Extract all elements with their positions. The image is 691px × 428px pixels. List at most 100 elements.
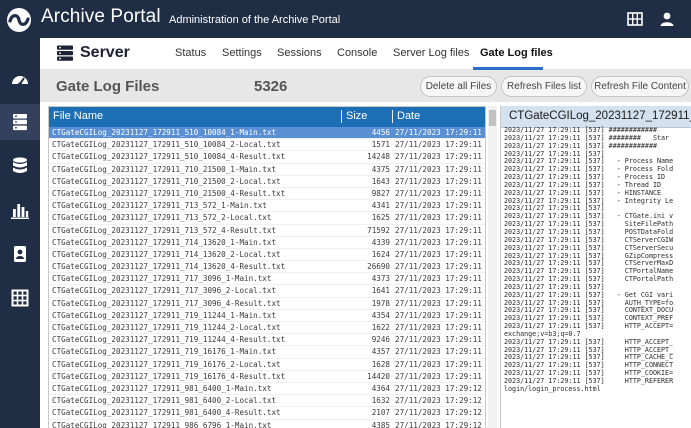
table-row[interactable]: CTGateCGILog_20231127_172911_719_11244_4… — [49, 334, 485, 347]
file-content-text[interactable]: 2023/11/27 17:29:11 [537] ############ 20… — [504, 126, 673, 394]
file-date-cell: 27/11/2023 17:29:11 — [395, 249, 482, 259]
top-bar: Archive Portal Administration of the Arc… — [0, 0, 691, 38]
file-size-cell: 4364 — [371, 383, 390, 393]
file-size-cell: 1632 — [371, 396, 390, 406]
file-name-cell: CTGateCGILog_20231127_172911_719_11244_2… — [52, 323, 281, 332]
table-row[interactable]: CTGateCGILog_20231127_172911_719_11244_2… — [49, 322, 485, 335]
refresh-file-content-button[interactable]: Refresh File Content — [591, 76, 689, 97]
scrollbar-thumb[interactable] — [489, 110, 496, 126]
table-row[interactable]: CTGateCGILog_20231127_172911_510_10084_2… — [49, 139, 485, 152]
table-row[interactable]: CTGateCGILog_20231127_172911_510_10084_4… — [49, 151, 485, 164]
file-name-cell: CTGateCGILog_20231127_172911_510_10084_1… — [52, 128, 277, 137]
table-row[interactable]: CTGateCGILog_20231127_172911_981_6400_1-… — [49, 383, 485, 396]
tab-gate-log-files[interactable]: Gate Log files — [480, 47, 553, 59]
file-name-cell: CTGateCGILog_20231127_172911_510_10084_4… — [52, 152, 286, 162]
file-name-cell: CTGateCGILog_20231127_172911_717_3096_4-… — [52, 298, 281, 308]
file-list-scrollbar[interactable] — [488, 106, 497, 428]
file-size-cell: 4357 — [371, 347, 390, 357]
table-row[interactable]: CTGateCGILog_20231127_172911_713_572_1-M… — [49, 200, 485, 213]
section-title: Server — [56, 44, 130, 62]
tab-console[interactable]: Console — [337, 47, 377, 59]
file-name-cell: CTGateCGILog_20231127_172911_719_11244_4… — [52, 335, 286, 345]
file-size-cell: 14420 — [367, 371, 390, 381]
file-list-header: File Name Size Date — [49, 107, 485, 127]
column-separator — [341, 110, 342, 123]
tab-settings[interactable]: Settings — [222, 47, 262, 59]
table-row[interactable]: CTGateCGILog_20231127_172911_714_13620_2… — [49, 249, 485, 262]
file-date-cell: 27/11/2023 17:29:11 — [395, 359, 482, 369]
tab-server-log-files[interactable]: Server Log files — [393, 47, 469, 59]
file-date-cell: 27/11/2023 17:29:11 — [395, 371, 482, 381]
file-date-cell: 27/11/2023 17:29:12 — [395, 396, 482, 406]
table-row[interactable]: CTGateCGILog_20231127_172911_710_21500_2… — [49, 176, 485, 188]
file-list-table: File Name Size Date CTGateCGILog_2023112… — [48, 106, 486, 428]
file-date-cell: 27/11/2023 17:29:11 — [395, 188, 482, 198]
sidebar-item-contacts[interactable] — [0, 236, 40, 272]
file-name-cell: CTGateCGILog_20231127_172911_981_6400_2-… — [52, 396, 277, 406]
tab-status[interactable]: Status — [175, 47, 206, 59]
table-row[interactable]: CTGateCGILog_20231127_172911_714_13620_4… — [49, 261, 485, 274]
table-row[interactable]: CTGateCGILog_20231127_172911_713_572_4-R… — [49, 225, 485, 237]
table-row[interactable]: CTGateCGILog_20231127_172911_719_16176_4… — [49, 371, 485, 383]
table-row[interactable]: CTGateCGILog_20231127_172911_986_6796_1-… — [49, 420, 485, 428]
column-header-size[interactable]: Size — [346, 110, 367, 122]
table-row[interactable]: CTGateCGILog_20231127_172911_717_3096_4-… — [49, 298, 485, 310]
column-header-file-name[interactable]: File Name — [53, 110, 103, 122]
file-name-cell: CTGateCGILog_20231127_172911_710_21500_2… — [52, 176, 281, 186]
table-row[interactable]: CTGateCGILog_20231127_172911_713_572_2-L… — [49, 212, 485, 225]
file-size-cell: 4456 — [371, 128, 390, 137]
file-content-panel: CTGateCGILog_20231127_172911_510_1 2023/… — [500, 106, 691, 428]
table-row[interactable]: CTGateCGILog_20231127_172911_981_6400_4-… — [49, 407, 485, 420]
file-date-cell: 27/11/2023 17:29:11 — [395, 164, 482, 174]
app-title: Archive Portal — [41, 6, 161, 27]
file-name-cell: CTGateCGILog_20231127_172911_714_13620_2… — [52, 249, 281, 259]
delete-all-files-button[interactable]: Delete all Files — [420, 76, 497, 97]
table-row[interactable]: CTGateCGILog_20231127_172911_714_13620_1… — [49, 237, 485, 249]
file-name-cell: CTGateCGILog_20231127_172911_981_6400_1-… — [52, 383, 272, 393]
file-date-cell: 27/11/2023 17:29:11 — [395, 323, 482, 332]
file-name-cell: CTGateCGILog_20231127_172911_717_3096_1-… — [52, 274, 272, 284]
tab-sessions[interactable]: Sessions — [277, 47, 322, 59]
refresh-files-list-button[interactable]: Refresh Files list — [501, 76, 587, 97]
file-size-cell: 4375 — [371, 164, 390, 174]
table-row[interactable]: CTGateCGILog_20231127_172911_510_10084_1… — [49, 127, 485, 140]
file-name-cell: CTGateCGILog_20231127_172911_717_3096_2-… — [52, 286, 277, 296]
file-size-cell: 4354 — [371, 310, 390, 320]
column-header-date[interactable]: Date — [397, 110, 420, 122]
table-row[interactable]: CTGateCGILog_20231127_172911_717_3096_1-… — [49, 273, 485, 286]
sidebar — [0, 38, 40, 428]
file-name-cell: CTGateCGILog_20231127_172911_713_572_1-M… — [52, 201, 267, 211]
table-row[interactable]: CTGateCGILog_20231127_172911_719_16176_1… — [49, 346, 485, 359]
file-size-cell: 4373 — [371, 274, 390, 284]
archive-portal-logo-icon[interactable] — [6, 7, 32, 33]
sidebar-item-dashboard[interactable] — [0, 62, 40, 98]
grid-icon — [11, 289, 29, 307]
file-name-cell: CTGateCGILog_20231127_172911_986_6796_1-… — [52, 420, 272, 428]
file-date-cell: 27/11/2023 17:29:11 — [395, 286, 482, 296]
file-date-cell: 27/11/2023 17:29:11 — [395, 298, 482, 308]
sidebar-item-database[interactable] — [0, 148, 40, 184]
table-row[interactable]: CTGateCGILog_20231127_172911_719_16176_2… — [49, 359, 485, 371]
file-date-cell: 27/11/2023 17:29:11 — [395, 347, 482, 357]
file-count: 5326 — [254, 78, 288, 95]
table-row[interactable]: CTGateCGILog_20231127_172911_710_21500_1… — [49, 164, 485, 176]
column-separator — [392, 110, 393, 123]
sidebar-item-server[interactable] — [0, 104, 40, 140]
file-date-cell: 27/11/2023 17:29:11 — [395, 237, 482, 247]
file-date-cell: 27/11/2023 17:29:12 — [395, 383, 482, 393]
file-name-cell: CTGateCGILog_20231127_172911_719_16176_4… — [52, 371, 286, 381]
file-name-cell: CTGateCGILog_20231127_172911_714_13620_4… — [52, 262, 286, 272]
table-row[interactable]: CTGateCGILog_20231127_172911_717_3096_2-… — [49, 285, 485, 298]
file-content-header: CTGateCGILog_20231127_172911_510_1 — [501, 106, 691, 128]
file-date-cell: 27/11/2023 17:29:11 — [395, 176, 482, 186]
table-row[interactable]: CTGateCGILog_20231127_172911_981_6400_2-… — [49, 395, 485, 408]
file-date-cell: 27/11/2023 17:29:11 — [395, 274, 482, 284]
user-icon[interactable] — [659, 11, 675, 27]
sidebar-item-statistics[interactable] — [0, 192, 40, 228]
file-name-cell: CTGateCGILog_20231127_172911_714_13620_1… — [52, 237, 277, 247]
file-date-cell: 27/11/2023 17:29:11 — [395, 152, 482, 162]
sidebar-item-grid[interactable] — [0, 280, 40, 316]
table-row[interactable]: CTGateCGILog_20231127_172911_719_11244_1… — [49, 310, 485, 322]
table-row[interactable]: CTGateCGILog_20231127_172911_710_21500_4… — [49, 188, 485, 201]
grid-menu-icon[interactable] — [627, 11, 643, 27]
